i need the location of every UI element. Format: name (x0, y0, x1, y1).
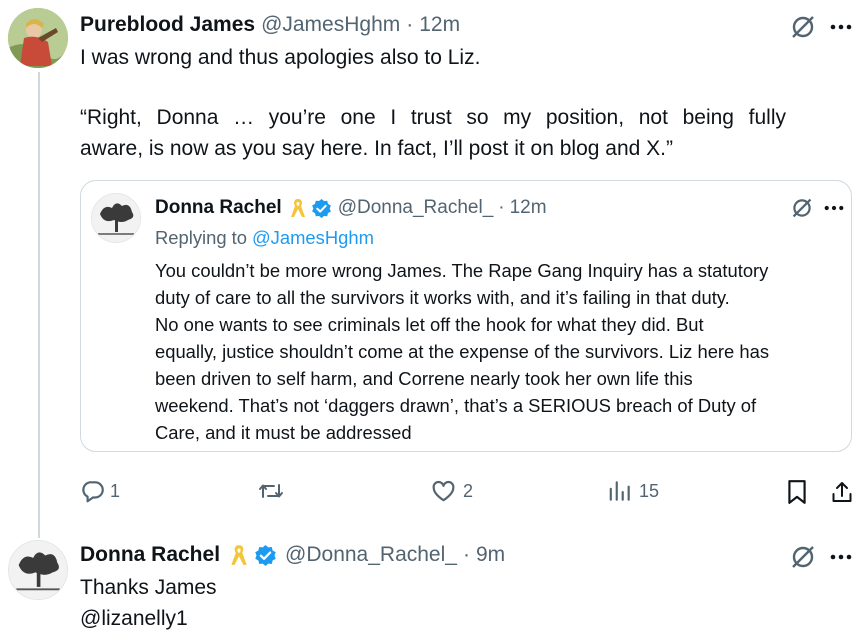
avatar-donna-rachel[interactable] (8, 540, 68, 600)
display-name[interactable]: Donna Rachel (155, 197, 282, 219)
verified-badge-icon[interactable] (311, 198, 332, 219)
quoted-text-line: Care, and it must be addressed (155, 422, 412, 443)
quoted-text-line: duty of care to all the survivors it wor… (155, 287, 730, 308)
avatar-tree-image (9, 541, 67, 599)
tweet-text-line: aware, is now as you say here. In fact, … (80, 137, 673, 160)
bookmark-icon[interactable] (784, 478, 810, 506)
thread-connector-line (38, 72, 40, 538)
tweet-header: Pureblood James @JamesHghm · 12m (80, 10, 460, 40)
avatar-tree-image (92, 194, 140, 242)
reply-button[interactable]: 1 (80, 476, 120, 506)
handle[interactable]: @Donna_Rachel_ (338, 197, 494, 219)
tweet-text-line: I was wrong and thus apologies also to L… (80, 46, 481, 69)
display-name[interactable]: Donna Rachel (80, 543, 220, 567)
avatar-pureblood-james[interactable] (8, 8, 68, 68)
reply-count: 1 (110, 480, 121, 501)
reply-tweet-text: Thanks James (80, 576, 217, 599)
timestamp[interactable]: 9m (476, 543, 505, 567)
quoted-tweet-header: Donna Rachel @Donna_Rachel_ · 12m (155, 195, 547, 221)
views-button[interactable]: 15 (607, 476, 659, 506)
timestamp[interactable]: 12m (419, 13, 460, 37)
more-options-icon[interactable] (821, 195, 847, 221)
display-name[interactable]: Pureblood James (80, 13, 255, 37)
like-count: 2 (463, 480, 474, 501)
more-options-icon[interactable] (826, 542, 856, 572)
reply-icon (82, 481, 104, 503)
separator-dot: · (462, 543, 470, 566)
views-count: 15 (639, 480, 660, 501)
reply-tweet-header: Donna Rachel @Donna_Rachel_ · 9m (80, 540, 505, 570)
quoted-text-line: You couldn’t be more wrong James. The Ra… (155, 260, 769, 281)
replying-to-handle[interactable]: @JamesHghm (252, 227, 374, 249)
verified-badge-icon[interactable] (254, 544, 277, 567)
replying-to: Replying to @JamesHghm (155, 225, 374, 251)
replying-to-label: Replying to (155, 227, 248, 248)
grok-icon[interactable] (789, 195, 815, 221)
quoted-text-line: weekend. That’s not ‘daggers drawn’, tha… (155, 395, 757, 416)
share-icon[interactable] (828, 478, 856, 506)
quoted-text-line: equally, justice shouldn’t come at the e… (155, 341, 770, 362)
like-button[interactable]: 2 (430, 476, 473, 506)
quoted-tweet-card[interactable]: Donna Rachel @Donna_Rachel_ · 12m Replyi… (80, 180, 852, 452)
timestamp[interactable]: 12m (510, 197, 547, 219)
views-chart-icon (609, 481, 630, 501)
tweet-text-line: “Right, Donna … you’re one I trust so my… (80, 106, 786, 129)
handle[interactable]: @Donna_Rachel_ (285, 543, 457, 567)
handle[interactable]: @JamesHghm (261, 13, 400, 37)
heart-icon (432, 480, 455, 502)
repost-icon (259, 484, 283, 498)
separator-dot: · (498, 197, 505, 218)
quoted-text-line: No one wants to see criminals let off th… (155, 314, 704, 335)
quoted-tweet-text: You couldn’t be more wrong James. The Ra… (155, 257, 769, 446)
yellow-ribbon-icon (230, 543, 248, 567)
mention-link[interactable]: @lizanelly1 (80, 603, 188, 634)
repost-button[interactable] (257, 476, 285, 506)
grok-icon[interactable] (788, 542, 818, 572)
avatar-donna-rachel[interactable] (91, 193, 141, 243)
separator-dot: · (406, 13, 414, 36)
yellow-ribbon-icon (290, 197, 306, 219)
grok-icon[interactable] (788, 12, 818, 42)
more-options-icon[interactable] (826, 12, 856, 42)
quoted-text-line: been driven to self harm, and Correne ne… (155, 368, 693, 389)
avatar-painting-image (8, 8, 68, 68)
